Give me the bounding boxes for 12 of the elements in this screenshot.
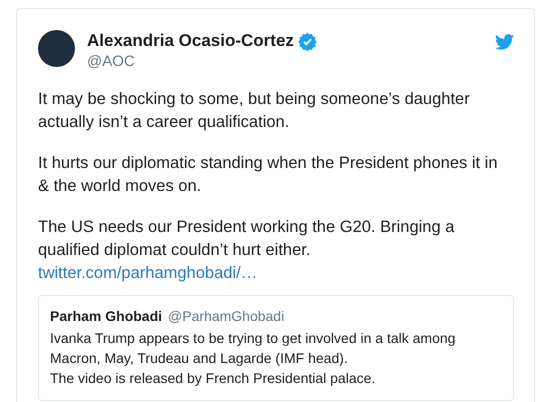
bird-icon[interactable] (495, 34, 514, 50)
avatar[interactable] (38, 30, 75, 67)
tweet-paragraph: It may be shocking to some, but being someone’s daughter actually isn’t a career qualification. (38, 89, 471, 133)
tweet-link[interactable]: twitter.com/parhamghobadi/… (38, 262, 258, 285)
quoted-tweet-card[interactable]: Parham Ghobadi @ParhamGhobadi Ivanka Trump appears to be trying to get involved in a talk among Macron, May, Trudeau and Lagarde (IMF head). The video is released by French Presidential palace. (38, 295, 514, 401)
tweet-paragraph: The US needs our President working the G20. Bringing a qualified diplomat couldn’t hurt either. (38, 217, 456, 261)
author-handle: @AOC (87, 52, 136, 72)
tweet-paragraph: It hurts our diplomatic standing when the President phones it in & the world moves on. (38, 153, 499, 197)
author-name[interactable]: Alexandria Ocasio-Cortez (87, 30, 294, 52)
quoted-author-handle: @ParhamGhobadi (168, 308, 284, 324)
quoted-tweet-text: Ivanka Trump appears to be trying to get involved in a talk among Macron, May, Trudeau and Lagarde (IMF head). The video is released by French Presidential palace. (50, 329, 456, 388)
quoted-author-name: Parham Ghobadi (50, 307, 162, 326)
